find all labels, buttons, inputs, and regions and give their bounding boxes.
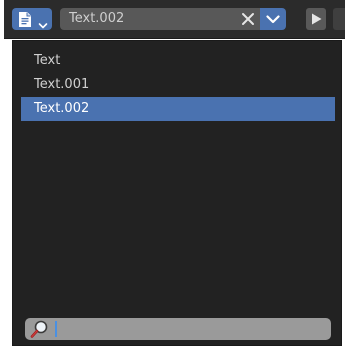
text-cursor [55, 321, 57, 337]
browse-button[interactable] [260, 8, 286, 30]
list-item[interactable]: Text [21, 49, 335, 73]
text-document-icon [18, 12, 32, 31]
datablock-name-field[interactable]: Text.002 [60, 8, 260, 30]
list-item[interactable]: Text.001 [21, 73, 335, 97]
list-item-selected[interactable]: Text.002 [21, 97, 335, 121]
datablock-list: Text Text.001 Text.002 [21, 49, 335, 121]
editor-header: Text.002 [4, 0, 345, 39]
datablock-name: Text.002 [69, 11, 125, 26]
header-overflow-button[interactable] [333, 8, 345, 30]
search-input[interactable] [59, 318, 327, 340]
search-field[interactable] [25, 318, 331, 340]
text-editor-window: Text.002 Text Text.001 Text.002 [0, 0, 345, 351]
magnifier-icon [29, 319, 51, 340]
datablock-dropdown: Text Text.001 Text.002 [12, 40, 342, 346]
unlink-button[interactable] [236, 8, 260, 30]
editor-type-button[interactable] [12, 8, 52, 30]
run-script-button[interactable] [306, 8, 326, 30]
chevron-down-icon [38, 15, 48, 34]
